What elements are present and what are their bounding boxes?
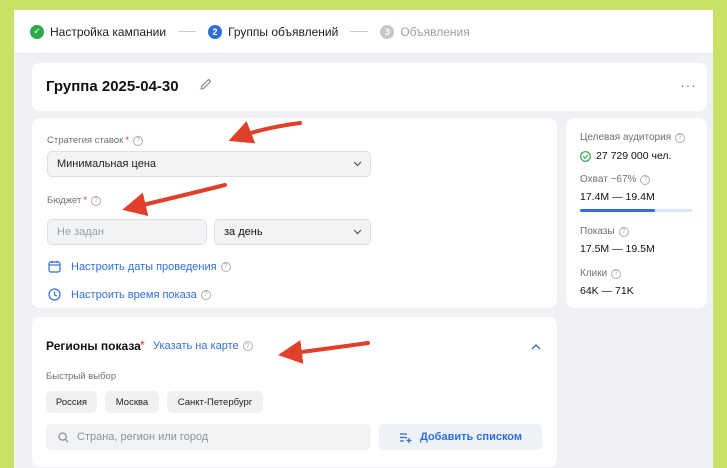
check-icon: ✓ [30,24,44,39]
show-on-map-link[interactable]: Указать на карте ? [153,340,253,352]
bid-strategy-value: Минимальная цена [57,158,157,170]
pencil-icon[interactable] [199,77,213,91]
clicks-label: Клики ? [580,268,622,279]
show-on-map-text: Указать на карте [153,340,239,352]
chevron-up-icon[interactable] [531,344,541,350]
region-search-input[interactable]: Страна, регион или город [46,424,371,450]
audience-label: Целевая аудитория ? [580,132,686,143]
more-menu-button[interactable]: ··· [680,78,697,92]
audience-value-text: 27 729 000 чел. [596,150,672,162]
calendar-icon [48,260,61,273]
group-title-card: Группа 2025-04-30 ··· [32,63,707,111]
reach-progress-bar [580,209,692,212]
step-label: Группы объявлений [228,24,339,39]
required-mark: * [140,338,145,352]
required-mark: * [83,195,88,206]
help-icon[interactable]: ? [91,195,102,206]
step-number: 2 [208,24,223,39]
clock-icon [48,288,61,301]
required-mark: * [125,135,130,146]
budget-period-value: за день [224,226,263,238]
reach-label: Охват ~67% ? [580,174,651,185]
configure-dates-text: Настроить даты проведения [71,260,217,273]
step-campaign-settings[interactable]: ✓ Настройка кампании [30,24,167,39]
chevron-down-icon [353,161,362,167]
help-icon[interactable]: ? [611,268,622,279]
impressions-label-text: Показы [580,226,615,237]
step-ads[interactable]: 3 Объявления [380,24,470,39]
search-icon [58,431,69,442]
bid-strategy-select[interactable]: Минимальная цена [47,151,371,177]
help-icon[interactable]: ? [675,132,686,143]
check-circle-icon [580,150,591,162]
regions-title: Регионы показа [46,339,141,353]
region-chip-spb[interactable]: Санкт-Петербург [167,391,263,413]
regions-card: Регионы показа * Указать на карте ? Быст… [32,317,557,467]
step-divider [178,31,197,32]
impressions-value: 17.5M — 19.5M [580,243,655,255]
step-label: Объявления [400,24,470,39]
step-label: Настройка кампании [50,24,167,39]
clicks-label-text: Клики [580,268,608,279]
step-ad-groups[interactable]: 2 Группы объявлений [208,24,339,39]
group-title: Группа 2025-04-30 [46,78,179,95]
budget-label-text: Бюджет [47,195,82,206]
region-chip-moscow[interactable]: Москва [105,391,159,413]
step-number: 3 [380,24,395,39]
bid-strategy-label: Стратегия ставок * ? [47,135,144,146]
budget-period-select[interactable]: за день [214,219,371,245]
configure-time-link[interactable]: Настроить время показа ? [48,288,211,301]
help-icon[interactable]: ? [618,226,629,237]
quick-select-label: Быстрый выбор [46,371,117,382]
configure-dates-link[interactable]: Настроить даты проведения ? [48,260,231,273]
budget-input[interactable]: Не задан [47,219,207,245]
campaign-stepper: ✓ Настройка кампании 2 Группы объявлений… [14,10,713,54]
reach-label-text: Охват ~67% [580,174,637,185]
region-chip-russia[interactable]: Россия [46,391,97,413]
group-settings-card: Стратегия ставок * ? Минимальная цена Бю… [32,118,557,308]
audience-label-text: Целевая аудитория [580,132,672,143]
audience-stats-card: Целевая аудитория ? 27 729 000 чел. Охва… [566,118,707,308]
region-search-placeholder: Страна, регион или город [77,431,209,443]
chevron-down-icon [353,229,362,235]
app-frame: ✓ Настройка кампании 2 Группы объявлений… [14,10,713,468]
help-icon[interactable]: ? [133,135,144,146]
help-icon[interactable]: ? [640,174,651,185]
help-icon[interactable]: ? [200,289,211,300]
reach-progress-fill [580,209,656,212]
impressions-label: Показы ? [580,226,629,237]
bid-strategy-label-text: Стратегия ставок [47,135,124,146]
budget-label: Бюджет * ? [47,195,102,206]
help-icon[interactable]: ? [242,341,253,351]
add-list-text: Добавить списком [419,431,523,443]
clicks-value: 64K — 71K [580,285,634,297]
list-add-icon [399,432,412,443]
budget-placeholder: Не задан [57,226,104,238]
reach-value: 17.4M — 19.4M [580,191,655,203]
add-list-button[interactable]: Добавить списком [379,424,542,450]
configure-time-text: Настроить время показа [71,288,197,301]
audience-value: 27 729 000 чел. [580,150,671,162]
step-divider [350,31,369,32]
help-icon[interactable]: ? [220,261,231,272]
